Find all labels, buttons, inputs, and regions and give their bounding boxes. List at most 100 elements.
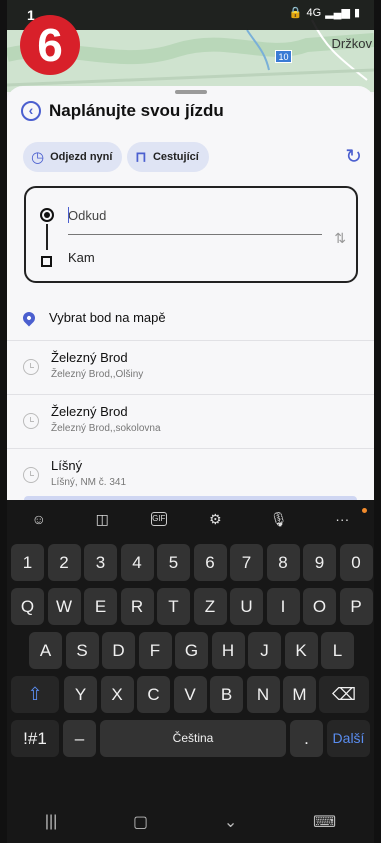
key-4[interactable]: 4 — [120, 544, 154, 581]
gif-icon[interactable]: GIF — [150, 512, 167, 526]
key-g[interactable]: G — [175, 632, 208, 669]
origin-marker-icon — [40, 208, 54, 222]
swap-icon[interactable]: ⇅ — [334, 230, 346, 247]
key-a[interactable]: A — [29, 632, 62, 669]
passengers-label: Cestující — [152, 151, 199, 163]
key-y[interactable]: Y — [64, 676, 97, 713]
history-item-name: Železný Brod — [51, 350, 128, 365]
emoji-icon[interactable]: ☺ — [24, 511, 54, 527]
key-u[interactable]: U — [230, 588, 263, 625]
app-screen: 1 🔒 4G ▂▄▆ ▮ Držkov 10 6 ‹ Naplánujte sv… — [7, 0, 374, 843]
space-bar[interactable]: Čeština — [100, 720, 286, 757]
lock-icon: 🔒 — [288, 7, 303, 19]
key-x[interactable]: X — [100, 676, 134, 713]
history-item-detail: Železný Brod,,sokolovna — [51, 423, 161, 434]
history-item-name: Líšný — [51, 458, 83, 473]
shift-key[interactable]: ⇧ — [11, 676, 59, 713]
key-h[interactable]: H — [211, 632, 245, 669]
soft-keyboard: ☺ ◫ GIF ⚙ 🎙 ··· 1234567890 QWERTZUIOP ASDF… — [7, 500, 374, 843]
road-number-badge: 10 — [275, 50, 292, 63]
next-key[interactable]: Další — [327, 720, 370, 757]
keyboard-hide-icon[interactable]: ⌨ — [313, 812, 336, 832]
more-icon[interactable]: ··· — [327, 511, 357, 527]
key-2[interactable]: 2 — [47, 544, 81, 581]
key-f[interactable]: F — [138, 632, 172, 669]
history-item-detail: Železný Brod,,Olšiny — [51, 369, 144, 380]
map-town-label: Držkov — [331, 36, 372, 51]
dash-key[interactable]: – — [63, 720, 96, 757]
history-item-detail: Líšný, NM č. 341 — [51, 477, 127, 488]
status-icons: 🔒 4G ▂▄▆ ▮ — [288, 6, 360, 20]
trip-planner-sheet: ‹ Naplánujte svou jízdu ◷ Odjezd nyní ⊓ … — [7, 86, 374, 500]
key-0[interactable]: 0 — [339, 544, 373, 581]
key-7[interactable]: 7 — [230, 544, 263, 581]
seat-icon: ⊓ — [135, 149, 147, 166]
network-label: 4G — [306, 6, 322, 19]
passengers-chip[interactable]: ⊓ Cestující — [127, 142, 209, 172]
field-divider — [68, 234, 322, 235]
destination-marker-icon — [41, 256, 52, 267]
destination-field[interactable]: Kam — [68, 250, 95, 265]
history-icon — [23, 467, 39, 483]
sticker-icon[interactable]: ◫ — [87, 511, 117, 528]
pick-on-map-option[interactable]: Vybrat bod na mapě — [20, 309, 166, 326]
drag-handle[interactable] — [175, 90, 207, 94]
route-input-box: Kam ⇅ — [24, 186, 358, 283]
text-cursor — [68, 207, 69, 223]
period-key[interactable]: . — [290, 720, 323, 757]
key-d[interactable]: D — [102, 632, 135, 669]
history-icon — [23, 413, 39, 429]
key-e[interactable]: E — [84, 588, 117, 625]
key-6[interactable]: 6 — [193, 544, 227, 581]
key-o[interactable]: O — [303, 588, 336, 625]
history-item[interactable]: Železný Brod Železný Brod,,sokolovna — [7, 394, 374, 448]
depart-time-chip[interactable]: ◷ Odjezd nyní — [23, 142, 123, 172]
settings-icon[interactable]: ⚙ — [200, 511, 230, 528]
key-v[interactable]: V — [173, 676, 207, 713]
back-nav-icon[interactable]: ⌄ — [224, 812, 237, 832]
history-item[interactable]: Železný Brod Železný Brod,,Olšiny — [7, 340, 374, 394]
signal-icon: ▂▄▆ — [325, 7, 350, 19]
key-q[interactable]: Q — [11, 588, 44, 625]
key-r[interactable]: R — [120, 588, 154, 625]
title-row: ‹ Naplánujte svou jízdu — [21, 101, 224, 121]
key-i[interactable]: I — [266, 588, 300, 625]
depart-time-label: Odjezd nyní — [50, 151, 113, 163]
key-l[interactable]: L — [321, 632, 354, 669]
key-5[interactable]: 5 — [157, 544, 190, 581]
key-p[interactable]: P — [339, 588, 373, 625]
key-9[interactable]: 9 — [303, 544, 336, 581]
key-j[interactable]: J — [248, 632, 281, 669]
history-item[interactable]: Líšný Líšný, NM č. 341 — [7, 448, 374, 502]
mic-icon[interactable]: 🎙 — [264, 511, 294, 528]
key-t[interactable]: T — [157, 588, 190, 625]
symbols-key[interactable]: !#1 — [11, 720, 59, 757]
key-s[interactable]: S — [65, 632, 99, 669]
key-m[interactable]: M — [283, 676, 316, 713]
route-connector — [46, 224, 48, 250]
key-w[interactable]: W — [47, 588, 81, 625]
key-8[interactable]: 8 — [266, 544, 300, 581]
history-item-name: Železný Brod — [51, 404, 128, 419]
key-c[interactable]: C — [137, 676, 170, 713]
recent-apps-icon[interactable]: ||| — [45, 813, 57, 831]
page-title: Naplánujte svou jízdu — [49, 101, 224, 120]
keyboard-toolbar: ☺ ◫ GIF ⚙ 🎙 ··· — [7, 500, 374, 538]
pick-on-map-label: Vybrat bod na mapě — [49, 310, 166, 325]
battery-icon: ▮ — [353, 7, 360, 19]
notification-dot — [362, 508, 367, 513]
home-icon[interactable]: ▢ — [133, 812, 148, 832]
key-z[interactable]: Z — [193, 588, 227, 625]
key-n[interactable]: N — [246, 676, 280, 713]
key-3[interactable]: 3 — [84, 544, 117, 581]
refresh-icon[interactable]: ↻ — [345, 144, 362, 169]
origin-input[interactable] — [68, 208, 308, 223]
key-1[interactable]: 1 — [11, 544, 44, 581]
backspace-key[interactable]: ⌫ — [319, 676, 369, 713]
system-navbar: ||| ▢ ⌄ ⌨ — [7, 800, 374, 843]
back-arrow-icon[interactable]: ‹ — [21, 101, 41, 121]
step-number-badge: 6 — [20, 15, 80, 75]
key-k[interactable]: K — [284, 632, 318, 669]
clock-icon: ◷ — [31, 149, 45, 166]
key-b[interactable]: B — [210, 676, 243, 713]
